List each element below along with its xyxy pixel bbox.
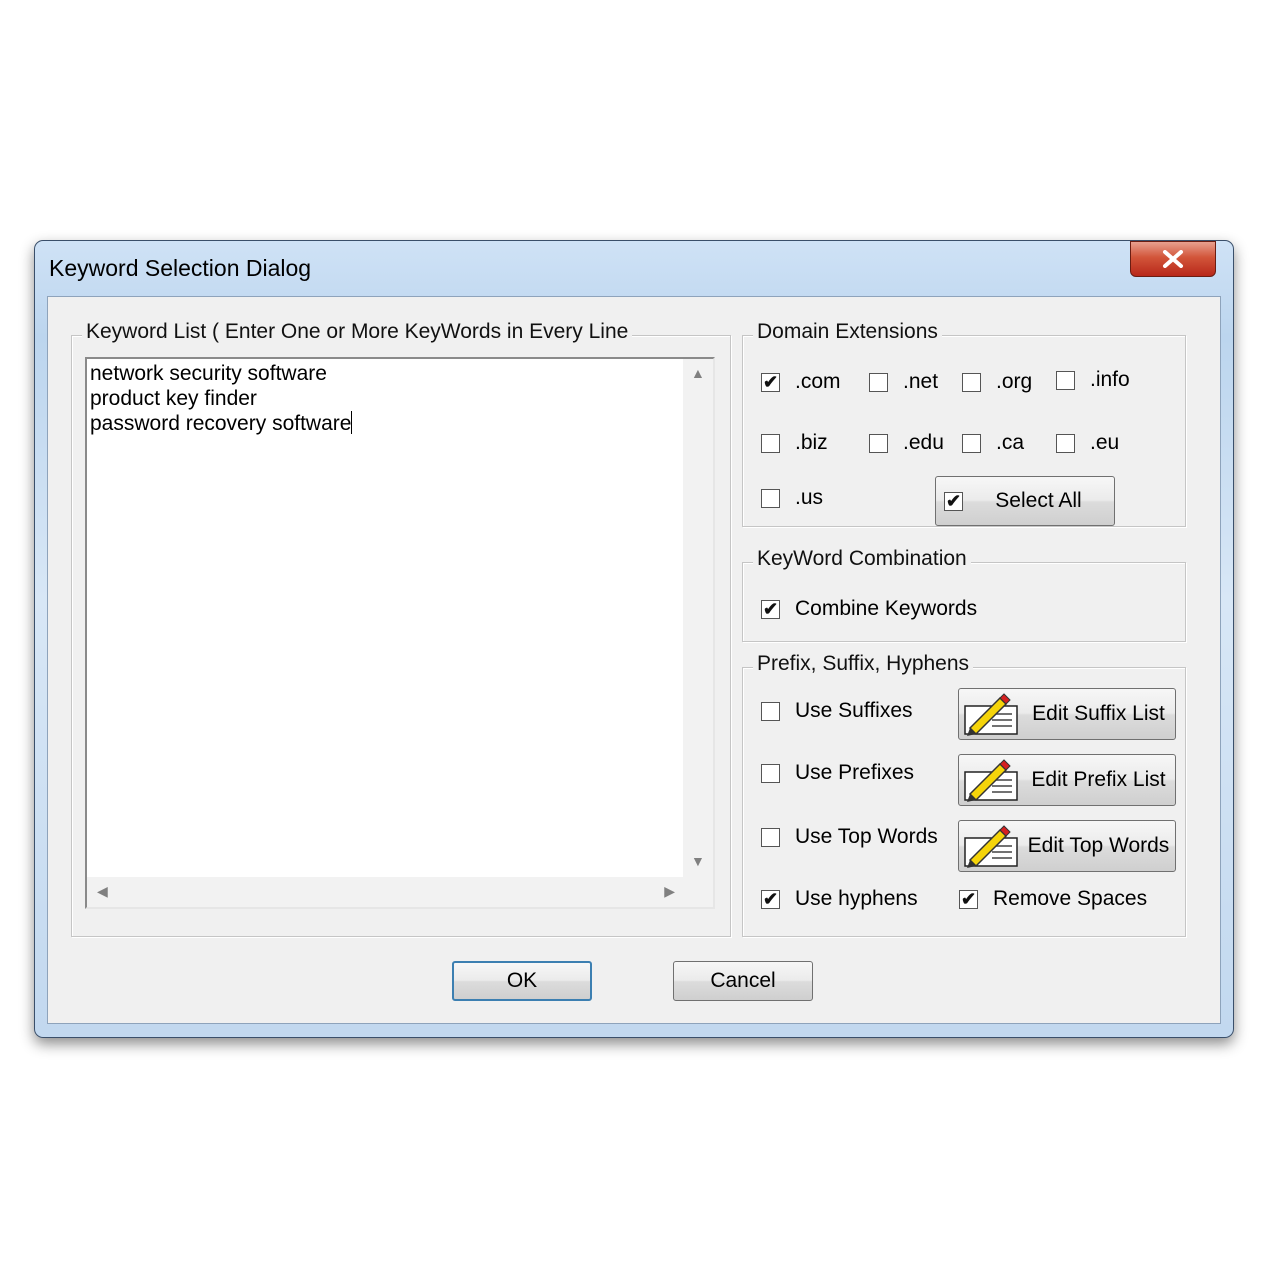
- checkbox-box[interactable]: [1056, 433, 1075, 453]
- checkbox-org[interactable]: .org: [962, 370, 1032, 394]
- scroll-left-icon[interactable]: ◀: [97, 883, 108, 900]
- checkbox-label: Use Top Words: [795, 825, 938, 848]
- checkbox-box[interactable]: [761, 488, 780, 508]
- checkbox-use-suffixes[interactable]: Use Suffixes: [761, 699, 913, 723]
- edit-top-words-label: Edit Top Words: [1027, 834, 1170, 857]
- checkbox-box[interactable]: [869, 372, 888, 392]
- close-icon: [1163, 250, 1183, 268]
- prefix-suffix-group: Prefix, Suffix, Hyphens Use Suffixes Use…: [742, 652, 1186, 937]
- edit-top-words-button[interactable]: Edit Top Words: [958, 820, 1176, 872]
- edit-prefix-list-button[interactable]: Edit Prefix List: [958, 754, 1176, 806]
- checkbox-use-top-words[interactable]: Use Top Words: [761, 825, 938, 849]
- close-button[interactable]: [1130, 241, 1216, 277]
- dialog-window: Keyword Selection Dialog Keyword List ( …: [34, 240, 1234, 1038]
- keyword-line: network security software: [90, 362, 327, 385]
- checkbox-label: .eu: [1090, 431, 1120, 454]
- checkbox-box[interactable]: ✔: [959, 889, 978, 909]
- scroll-up-icon[interactable]: ▲: [691, 365, 705, 381]
- checkbox-box[interactable]: [761, 433, 780, 453]
- checkbox-label: Use Suffixes: [795, 699, 913, 722]
- check-mark-icon: ✔: [945, 491, 962, 511]
- check-mark-icon: ✔: [960, 889, 977, 909]
- checkbox-eu[interactable]: .eu: [1056, 431, 1119, 455]
- check-mark-icon: ✔: [762, 889, 779, 909]
- checkbox-box[interactable]: [761, 763, 780, 783]
- checkbox-box[interactable]: [761, 701, 780, 721]
- checkbox-biz[interactable]: .biz: [761, 431, 828, 455]
- keyword-combination-group: KeyWord Combination ✔ Combine Keywords: [742, 547, 1186, 642]
- keyword-line: password recovery software: [90, 412, 352, 435]
- edit-list-pencil-icon: [964, 693, 1018, 736]
- select-all-label: Select All: [995, 489, 1082, 512]
- checkbox-label: Use hyphens: [795, 887, 918, 910]
- checkbox-ca[interactable]: .ca: [962, 431, 1024, 455]
- checkbox-label: .info: [1090, 368, 1130, 391]
- checkbox-combine-keywords[interactable]: ✔ Combine Keywords: [761, 597, 977, 621]
- checkbox-net[interactable]: .net: [869, 370, 938, 394]
- horizontal-scrollbar[interactable]: ◀ ▶: [87, 877, 683, 907]
- keyword-list-group: Keyword List ( Enter One or More KeyWord…: [71, 320, 731, 937]
- ok-label: OK: [506, 969, 538, 992]
- checkbox-remove-spaces[interactable]: ✔ Remove Spaces: [959, 887, 1147, 911]
- checkbox-label: .org: [996, 370, 1033, 393]
- checkbox-edu[interactable]: .edu: [869, 431, 944, 455]
- edit-suffix-list-button[interactable]: Edit Suffix List: [958, 688, 1176, 740]
- prefix-suffix-legend: Prefix, Suffix, Hyphens: [753, 652, 974, 676]
- text-caret: [351, 411, 353, 434]
- checkbox-box[interactable]: [869, 433, 888, 453]
- scrollbar-corner: [683, 877, 713, 907]
- keyword-textarea[interactable]: network security software product key fi…: [85, 357, 715, 909]
- keyword-combination-legend: KeyWord Combination: [753, 547, 971, 571]
- checkbox-use-hyphens[interactable]: ✔ Use hyphens: [761, 887, 918, 911]
- scroll-right-icon[interactable]: ▶: [664, 883, 675, 900]
- keyword-list-legend: Keyword List ( Enter One or More KeyWord…: [82, 320, 633, 344]
- cancel-button[interactable]: Cancel: [673, 961, 813, 1001]
- checkbox-label: .edu: [903, 431, 944, 454]
- cancel-label: Cancel: [710, 969, 776, 992]
- dialog-client-area: Keyword List ( Enter One or More KeyWord…: [47, 296, 1221, 1024]
- ok-button[interactable]: OK: [452, 961, 592, 1001]
- checkbox-label: .ca: [996, 431, 1025, 454]
- checkbox-label: .com: [795, 370, 841, 393]
- checkbox-label: Use Prefixes: [795, 761, 915, 784]
- checkbox-use-prefixes[interactable]: Use Prefixes: [761, 761, 914, 785]
- keyword-line: product key finder: [90, 387, 257, 410]
- checkbox-label: Combine Keywords: [795, 597, 978, 620]
- checkbox-box[interactable]: [761, 827, 780, 847]
- domain-extensions-group: Domain Extensions ✔ .com .net .org .info …: [742, 320, 1186, 527]
- checkbox-box[interactable]: [1056, 370, 1075, 390]
- vertical-scrollbar[interactable]: ▲ ▼: [683, 359, 713, 877]
- keyword-text: network security software product key fi…: [90, 361, 353, 436]
- edit-list-pencil-icon: [964, 825, 1018, 868]
- check-mark-icon: ✔: [762, 599, 779, 619]
- edit-list-pencil-icon: [964, 759, 1018, 802]
- checkbox-box[interactable]: [962, 372, 981, 392]
- checkbox-box[interactable]: ✔: [761, 372, 780, 392]
- checkbox-label: Remove Spaces: [993, 887, 1148, 910]
- edit-prefix-label: Edit Prefix List: [1031, 768, 1166, 791]
- select-all-checkbox[interactable]: ✔: [944, 491, 963, 511]
- checkbox-box[interactable]: ✔: [761, 889, 780, 909]
- scroll-down-icon[interactable]: ▼: [691, 853, 705, 869]
- checkbox-label: .biz: [795, 431, 828, 454]
- checkbox-label: .us: [795, 486, 824, 509]
- checkbox-label: .net: [903, 370, 939, 393]
- checkbox-box[interactable]: ✔: [761, 599, 780, 619]
- checkbox-info[interactable]: .info: [1056, 368, 1130, 392]
- domain-extensions-legend: Domain Extensions: [753, 320, 942, 344]
- checkbox-com[interactable]: ✔ .com: [761, 370, 841, 394]
- check-mark-icon: ✔: [762, 372, 779, 392]
- checkbox-box[interactable]: [962, 433, 981, 453]
- dialog-title: Keyword Selection Dialog: [49, 255, 312, 281]
- checkbox-us[interactable]: .us: [761, 486, 823, 510]
- edit-suffix-label: Edit Suffix List: [1032, 702, 1165, 725]
- select-all-button[interactable]: ✔ Select All: [935, 476, 1115, 526]
